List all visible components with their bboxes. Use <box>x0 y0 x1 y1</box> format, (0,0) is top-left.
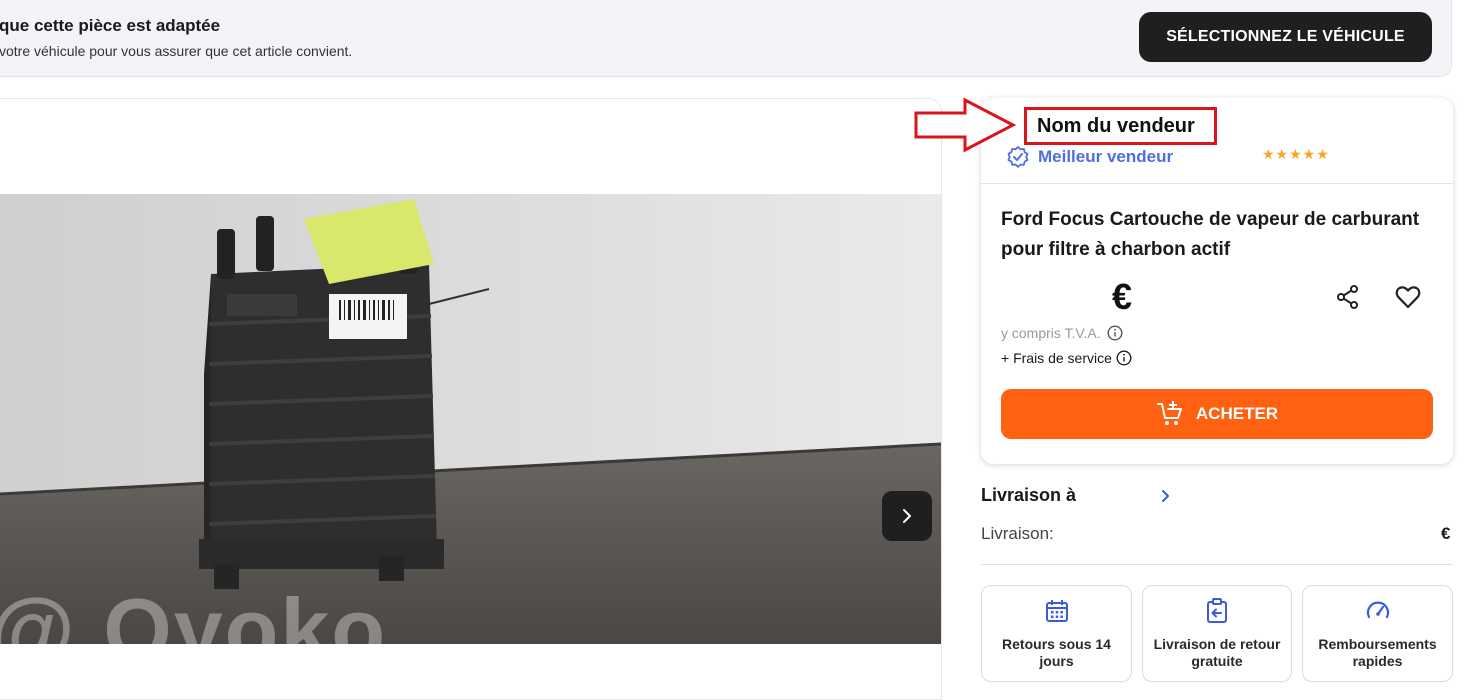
chevron-right-icon <box>903 509 911 523</box>
vat-note-label: y compris T.V.A. <box>1001 325 1101 341</box>
photo-watermark: @ Oyoko <box>0 580 388 644</box>
delivery-price: € <box>1441 524 1451 543</box>
return-box-icon <box>1207 598 1227 623</box>
delivery-destination[interactable]: Livraison à <box>981 485 1076 506</box>
select-vehicle-button[interactable]: SÉLECTIONNEZ LE VÉHICULE <box>1139 12 1432 62</box>
delivery-label: Livraison: <box>981 524 1054 543</box>
delivery-divider <box>981 564 1453 565</box>
service-fees: + Frais de service <box>1001 350 1132 366</box>
top-seller-label: Meilleur vendeur <box>1038 147 1174 166</box>
benefit-returns: Retours sous 14 jours <box>981 585 1132 682</box>
buy-button-label: ACHETER <box>1195 404 1279 423</box>
benefit-returns-label: Retours sous 14 jours <box>1002 636 1111 669</box>
annotation-arrow-icon <box>914 97 1017 153</box>
seller-name[interactable]: Nom du vendeur <box>1024 107 1217 145</box>
banner-title: que cette pièce est adaptée <box>0 16 221 35</box>
info-icon[interactable] <box>1107 325 1123 341</box>
speedometer-icon <box>1366 601 1389 619</box>
banner-subtitle: votre véhicule pour vous assurer que cet… <box>0 43 353 59</box>
product-photo-illustration <box>0 194 941 644</box>
benefit-fast-refunds-label: Remboursements rapides <box>1318 636 1437 669</box>
seller-rating-stars: ★★★★★ <box>1262 146 1330 162</box>
heart-icon[interactable] <box>1394 283 1422 311</box>
product-title: Ford Focus Cartouche de vapeur de carbur… <box>1001 209 1420 260</box>
next-image-button[interactable] <box>882 491 932 541</box>
verified-badge-icon <box>1007 146 1029 168</box>
card-divider <box>981 183 1453 184</box>
product-photo[interactable]: @ Oyoko <box>0 194 941 644</box>
buy-button[interactable]: ACHETER <box>1001 389 1433 439</box>
vat-note: y compris T.V.A. <box>1001 325 1123 341</box>
benefit-free-return-label: Livraison de retour gratuite <box>1153 636 1281 669</box>
share-icon[interactable] <box>1334 283 1362 311</box>
benefit-free-return: Livraison de retour gratuite <box>1142 585 1292 682</box>
product-price: € <box>1112 276 1133 317</box>
benefit-fast-refunds: Remboursements rapides <box>1302 585 1453 682</box>
image-gallery: @ Oyoko <box>0 98 942 700</box>
info-icon[interactable] <box>1116 350 1132 366</box>
add-to-cart-icon <box>1156 401 1182 425</box>
top-seller-badge: Meilleur vendeur <box>1006 145 1173 169</box>
service-fees-label: + Frais de service <box>1001 350 1112 366</box>
chevron-right-icon[interactable] <box>1159 488 1173 504</box>
calendar-icon <box>1045 600 1068 622</box>
